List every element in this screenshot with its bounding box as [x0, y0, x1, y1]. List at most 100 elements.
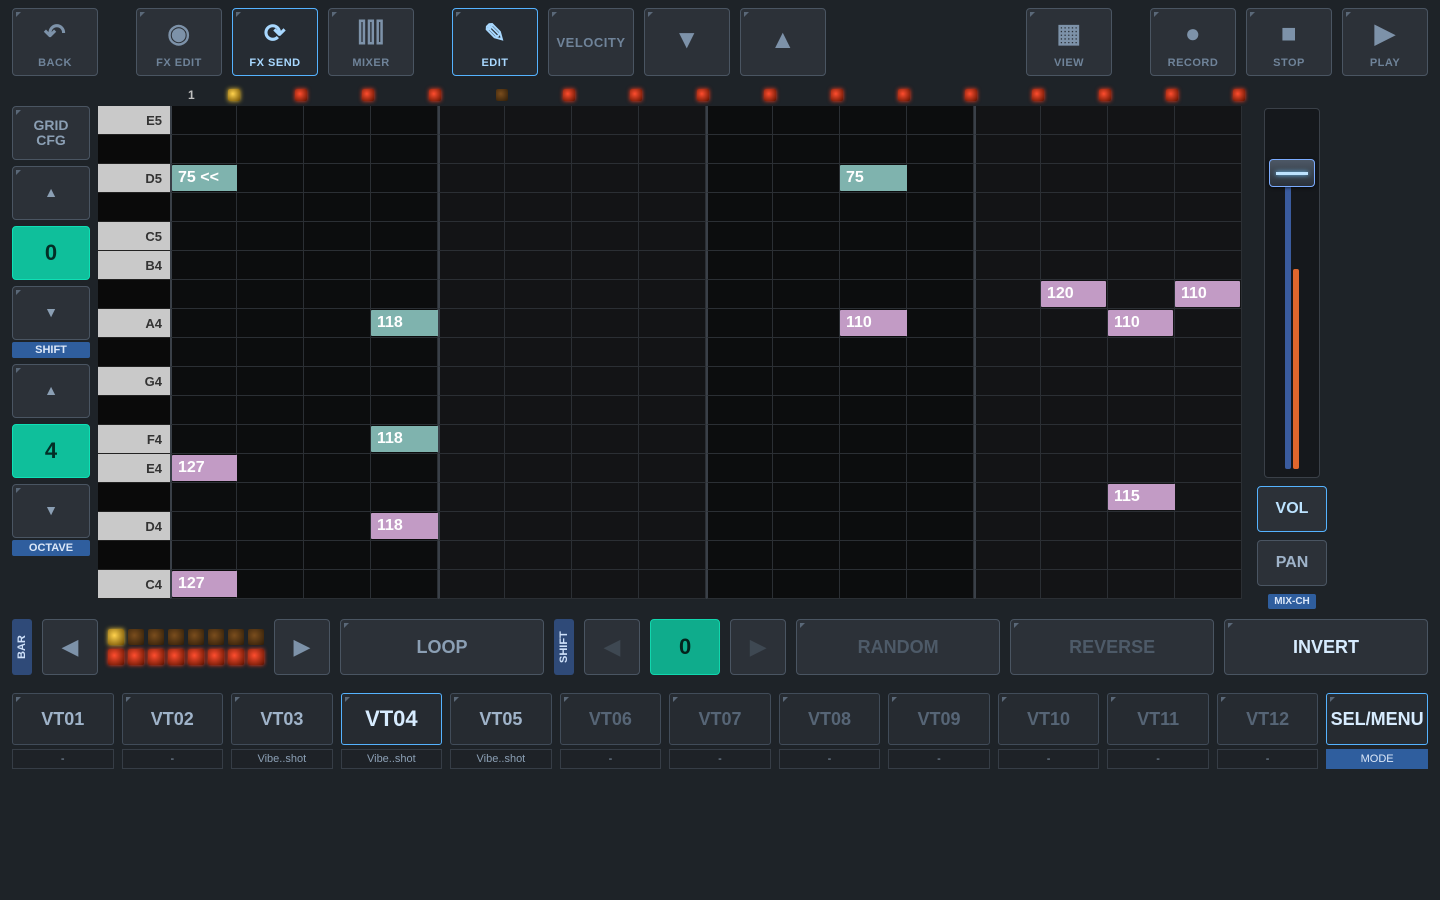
- grid-cell[interactable]: [1041, 425, 1108, 454]
- grid-cell[interactable]: [907, 106, 974, 135]
- grid-cell[interactable]: [304, 367, 371, 396]
- play-button[interactable]: ▶ PLAY: [1342, 8, 1428, 76]
- grid-cell[interactable]: [572, 193, 639, 222]
- note-block[interactable]: 120: [1041, 281, 1106, 307]
- grid-cell[interactable]: [907, 164, 974, 193]
- invert-button[interactable]: INVERT: [1224, 619, 1428, 675]
- grid-cell[interactable]: [438, 570, 505, 599]
- grid-cell[interactable]: [706, 251, 773, 280]
- grid-cell[interactable]: [438, 222, 505, 251]
- grid-cell[interactable]: [1041, 570, 1108, 599]
- grid-cell[interactable]: [1175, 193, 1242, 222]
- grid-cell[interactable]: [237, 280, 304, 309]
- grid-cell[interactable]: [170, 309, 237, 338]
- grid-cell[interactable]: [907, 512, 974, 541]
- grid-cell[interactable]: 115: [1108, 483, 1175, 512]
- grid-cell[interactable]: [907, 425, 974, 454]
- grid-cell[interactable]: [170, 541, 237, 570]
- grid-cell[interactable]: [237, 164, 304, 193]
- grid-cell[interactable]: [304, 164, 371, 193]
- grid-cell[interactable]: [304, 222, 371, 251]
- grid-cell[interactable]: [304, 338, 371, 367]
- grid-cell[interactable]: [840, 396, 907, 425]
- grid-cell[interactable]: [840, 338, 907, 367]
- grid-cell[interactable]: [371, 135, 438, 164]
- grid-cell[interactable]: [773, 570, 840, 599]
- grid-cell[interactable]: [572, 251, 639, 280]
- grid-cell[interactable]: [438, 106, 505, 135]
- grid-cell[interactable]: 110: [1175, 280, 1242, 309]
- grid-cell[interactable]: [974, 280, 1041, 309]
- pan-button[interactable]: PAN: [1257, 540, 1327, 586]
- grid-cell[interactable]: [438, 541, 505, 570]
- octave-down-button[interactable]: ▼: [12, 484, 90, 538]
- grid-cell[interactable]: [840, 541, 907, 570]
- grid-cell[interactable]: [572, 280, 639, 309]
- grid-cell[interactable]: [773, 454, 840, 483]
- shift-value[interactable]: 0: [12, 226, 90, 280]
- grid-cell[interactable]: [840, 454, 907, 483]
- shift-right-button[interactable]: ▶: [730, 619, 786, 675]
- grid-cell[interactable]: [170, 512, 237, 541]
- grid-cell[interactable]: [706, 512, 773, 541]
- grid-cell[interactable]: [773, 164, 840, 193]
- grid-cell[interactable]: [706, 425, 773, 454]
- grid-cell[interactable]: [840, 512, 907, 541]
- grid-cell[interactable]: [1175, 541, 1242, 570]
- grid-cell[interactable]: [974, 338, 1041, 367]
- grid-cell[interactable]: [1175, 164, 1242, 193]
- grid-cell[interactable]: [706, 541, 773, 570]
- track-slot[interactable]: VT06-: [560, 693, 662, 769]
- grid-cell[interactable]: [438, 425, 505, 454]
- grid-cell[interactable]: [237, 367, 304, 396]
- grid-cell[interactable]: [438, 338, 505, 367]
- grid-cell[interactable]: [304, 135, 371, 164]
- grid-cell[interactable]: [371, 338, 438, 367]
- grid-cell[interactable]: [639, 309, 706, 338]
- grid-cell[interactable]: [1108, 367, 1175, 396]
- grid-cell[interactable]: [237, 222, 304, 251]
- grid-cell[interactable]: [706, 338, 773, 367]
- grid-cell[interactable]: [773, 106, 840, 135]
- grid-cell[interactable]: [706, 106, 773, 135]
- grid-cell[interactable]: [371, 454, 438, 483]
- grid-cell[interactable]: [237, 338, 304, 367]
- grid-cell[interactable]: [773, 309, 840, 338]
- grid-cell[interactable]: [1041, 193, 1108, 222]
- grid-cell[interactable]: [974, 541, 1041, 570]
- grid-cell[interactable]: [773, 541, 840, 570]
- grid-cell[interactable]: [974, 512, 1041, 541]
- grid-cell[interactable]: [1108, 193, 1175, 222]
- grid-config-button[interactable]: GRIDCFG: [12, 106, 90, 160]
- grid-cell[interactable]: [1041, 541, 1108, 570]
- grid-cell[interactable]: [371, 106, 438, 135]
- track-slot[interactable]: VT05Vibe..shot: [450, 693, 552, 769]
- grid-cell[interactable]: [1108, 222, 1175, 251]
- grid-cell[interactable]: [1175, 483, 1242, 512]
- grid-cell[interactable]: [1041, 454, 1108, 483]
- grid-cell[interactable]: [438, 135, 505, 164]
- grid-cell[interactable]: [1108, 541, 1175, 570]
- grid-cell[interactable]: [773, 222, 840, 251]
- grid-cell[interactable]: [371, 164, 438, 193]
- grid-cell[interactable]: [1041, 222, 1108, 251]
- grid-cell[interactable]: [706, 164, 773, 193]
- grid-cell[interactable]: [773, 425, 840, 454]
- grid-cell[interactable]: [706, 222, 773, 251]
- grid-cell[interactable]: [438, 193, 505, 222]
- grid-cell[interactable]: [438, 309, 505, 338]
- grid-cell[interactable]: [1041, 309, 1108, 338]
- grid-cell[interactable]: [304, 251, 371, 280]
- grid-cell[interactable]: [505, 106, 572, 135]
- grid-cell[interactable]: [170, 425, 237, 454]
- grid-cell[interactable]: [572, 483, 639, 512]
- grid-cell[interactable]: [505, 396, 572, 425]
- grid-cell[interactable]: [773, 193, 840, 222]
- stop-button[interactable]: ■ STOP: [1246, 8, 1332, 76]
- grid-cell[interactable]: [371, 483, 438, 512]
- grid-cell[interactable]: [1108, 280, 1175, 309]
- grid-cell[interactable]: [170, 193, 237, 222]
- grid-cell[interactable]: [371, 222, 438, 251]
- grid-cell[interactable]: [907, 222, 974, 251]
- note-grid[interactable]: 75 <<75120110118110110118127115118127: [170, 106, 1242, 609]
